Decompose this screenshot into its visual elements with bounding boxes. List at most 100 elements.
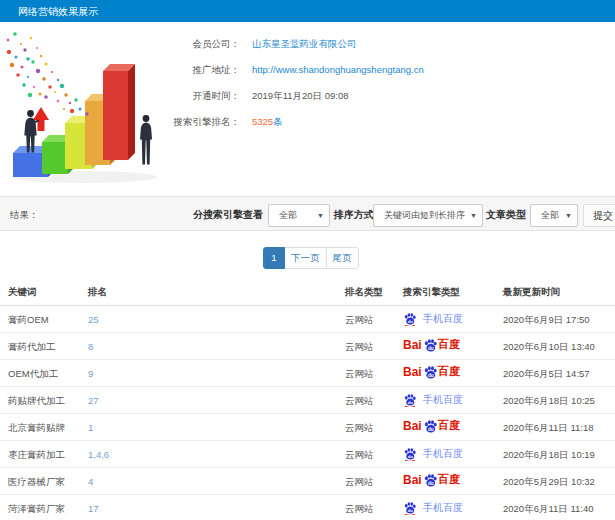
updated-cell: 2020年6月18日 10:25 bbox=[503, 395, 595, 408]
engine-label: 手机百度 bbox=[423, 501, 463, 515]
sort-filter-select[interactable]: 关键词由短到长排序▼ bbox=[373, 204, 483, 227]
updated-cell: 2020年6月9日 17:50 bbox=[503, 314, 590, 327]
rank-cell[interactable]: 25 bbox=[88, 314, 99, 325]
table-row: OEM代加工9云网站Baidu百度2020年6月5日 14:57 bbox=[0, 360, 615, 387]
table-row: 枣庄膏药加工 1,4,6 云网站 du 手机百度 2020年6月18日 10:19 bbox=[0, 441, 615, 468]
top-bar: 网络营销效果展示 bbox=[0, 0, 615, 22]
keyword-cell: 膏药代加工 bbox=[8, 341, 56, 354]
rank-type-cell: 云网站 bbox=[345, 476, 374, 489]
updated-cell: 2020年6月11日 11:40 bbox=[503, 503, 594, 516]
chevron-down-icon: ▼ bbox=[470, 205, 477, 226]
rank-cell[interactable]: 1,4,6 bbox=[88, 449, 109, 460]
promo-url-row: 推广地址：http://www.shandonghuangshengtang.c… bbox=[0, 64, 424, 77]
page-1-button[interactable]: 1 bbox=[263, 247, 285, 269]
engine-cell: du 手机百度 bbox=[403, 391, 463, 409]
mobile-baidu-icon: du bbox=[403, 393, 417, 407]
info-section: 会员公司： 山东皇圣堂药业有限公司 推广地址：http://www.shandon… bbox=[0, 22, 615, 196]
pagination: 1 下一页 尾页 bbox=[263, 247, 359, 269]
engine-cell: du 手机百度 bbox=[403, 445, 463, 463]
engine-label: 手机百度 bbox=[423, 393, 463, 407]
keyword-cell: 药贴牌代加工 bbox=[8, 395, 65, 408]
updated-cell: 2020年6月5日 14:57 bbox=[503, 368, 590, 381]
engine-cell: Baidu百度 bbox=[403, 418, 460, 433]
table-row: 医疗器械厂家 4 云网站 Baidu百度 2020年5月29日 10:32 bbox=[0, 468, 615, 495]
results-table-body: 膏药OEM 25 云网站 du 手机百度 2020年6月9日 17:50 膏药代加工 8 云网站… bbox=[0, 306, 615, 520]
col-rank-type: 排名类型 bbox=[345, 286, 383, 299]
keyword-cell: 菏泽膏药厂家 bbox=[8, 503, 65, 516]
rank-type-cell: 云网站 bbox=[345, 422, 374, 435]
col-updated: 最新更新时间 bbox=[503, 286, 560, 299]
col-engine-type: 搜索引擎类型 bbox=[403, 286, 460, 299]
member-company-row: 会员公司： 山东皇圣堂药业有限公司 bbox=[0, 38, 357, 51]
engine-filter-label: 分搜索引擎查看 bbox=[193, 208, 263, 222]
promo-url-value[interactable]: http://www.shandonghuangshengtang.cn bbox=[252, 64, 424, 75]
engine-filter-select[interactable]: 全部▼ bbox=[268, 204, 330, 227]
svg-text:du: du bbox=[428, 480, 434, 485]
bar-chart-illustration bbox=[0, 30, 190, 190]
chevron-down-icon: ▼ bbox=[317, 205, 324, 226]
table-row: 菏泽膏药厂家 17 云网站 du 手机百度 2020年6月11日 11:40 bbox=[0, 495, 615, 520]
article-filter-label: 文章类型 bbox=[486, 208, 526, 222]
last-page-button[interactable]: 尾页 bbox=[326, 247, 359, 269]
svg-text:du: du bbox=[428, 426, 434, 431]
table-row: 膏药OEM25云网站du手机百度2020年6月9日 17:50 bbox=[0, 306, 615, 333]
mobile-baidu-icon: du bbox=[403, 501, 417, 515]
result-label: 结果： bbox=[10, 209, 39, 222]
article-filter-select[interactable]: 全部▼ bbox=[530, 204, 578, 227]
keyword-cell: 医疗器械厂家 bbox=[8, 476, 65, 489]
rank-cell[interactable]: 4 bbox=[88, 476, 93, 487]
page-title: 网络营销效果展示 bbox=[18, 5, 98, 19]
baidu-paw-icon: du bbox=[423, 419, 438, 433]
rank-type-cell: 云网站 bbox=[345, 449, 374, 462]
baidu-paw-icon: du bbox=[423, 338, 438, 352]
engine-cell: Baidu百度 bbox=[403, 364, 460, 379]
rank-type-cell: 云网站 bbox=[345, 341, 374, 354]
svg-text:du: du bbox=[428, 345, 434, 350]
rank-type-cell: 云网站 bbox=[345, 503, 374, 516]
rank-cell[interactable]: 27 bbox=[88, 395, 99, 406]
baidu-paw-icon: du bbox=[423, 473, 438, 487]
table-row: 北京膏药贴牌 1 云网站 Baidu百度 2020年6月11日 11:18 bbox=[0, 414, 615, 441]
svg-text:du: du bbox=[408, 454, 414, 459]
svg-text:du: du bbox=[408, 508, 414, 513]
svg-text:du: du bbox=[408, 319, 414, 324]
member-company-value[interactable]: 山东皇圣堂药业有限公司 bbox=[252, 38, 357, 49]
keyword-cell: 北京膏药贴牌 bbox=[8, 422, 65, 435]
baidu-logo: Baidu百度 bbox=[403, 472, 460, 487]
member-company-label: 会员公司： bbox=[0, 38, 240, 51]
baidu-logo: Baidu百度 bbox=[403, 337, 460, 352]
keyword-cell: OEM代加工 bbox=[8, 368, 58, 381]
engine-label: 手机百度 bbox=[423, 447, 463, 461]
open-time-value: 2019年11月20日 09:08 bbox=[252, 90, 348, 101]
engine-cell: Baidu百度 bbox=[403, 472, 460, 487]
svg-text:du: du bbox=[428, 372, 434, 377]
col-rank: 排名 bbox=[88, 286, 107, 299]
rank-cell[interactable]: 8 bbox=[88, 341, 93, 352]
rank-cell[interactable]: 17 bbox=[88, 503, 99, 514]
updated-cell: 2020年6月18日 10:19 bbox=[503, 449, 595, 462]
col-keyword: 关键词 bbox=[8, 286, 37, 299]
sort-filter-label: 排序方式 bbox=[334, 208, 374, 222]
keyword-cell: 枣庄膏药加工 bbox=[8, 449, 65, 462]
svg-text:du: du bbox=[408, 400, 414, 405]
submit-button[interactable]: 提交 bbox=[583, 204, 615, 227]
mobile-baidu-icon: du bbox=[403, 312, 417, 326]
keyword-cell: 膏药OEM bbox=[8, 314, 49, 327]
results-table: 关键词 排名 排名类型 搜索引擎类型 最新更新时间 膏药OEM 25 云网站 du 手机… bbox=[0, 281, 615, 520]
engine-cell: du 手机百度 bbox=[403, 499, 463, 517]
open-time-label: 开通时间： bbox=[0, 90, 240, 103]
table-row: 膏药代加工8云网站Baidu百度2020年6月10日 13:40 bbox=[0, 333, 615, 360]
results-table-header: 关键词 排名 排名类型 搜索引擎类型 最新更新时间 bbox=[0, 281, 615, 306]
next-page-button[interactable]: 下一页 bbox=[284, 247, 327, 269]
table-row: 药贴牌代加工 27 云网站 du 手机百度 2020年6月18日 10:25 bbox=[0, 387, 615, 414]
rank-cell[interactable]: 1 bbox=[88, 422, 93, 433]
engine-cell: du 手机百度 bbox=[403, 310, 463, 328]
updated-cell: 2020年5月29日 10:32 bbox=[503, 476, 595, 489]
baidu-logo: Baidu百度 bbox=[403, 418, 460, 433]
rank-type-cell: 云网站 bbox=[345, 395, 374, 408]
engine-label: 手机百度 bbox=[423, 312, 463, 326]
engine-rank-count: 5325 bbox=[252, 116, 273, 127]
rank-cell[interactable]: 9 bbox=[88, 368, 93, 379]
chevron-down-icon: ▼ bbox=[565, 205, 572, 226]
updated-cell: 2020年6月11日 11:18 bbox=[503, 422, 594, 435]
